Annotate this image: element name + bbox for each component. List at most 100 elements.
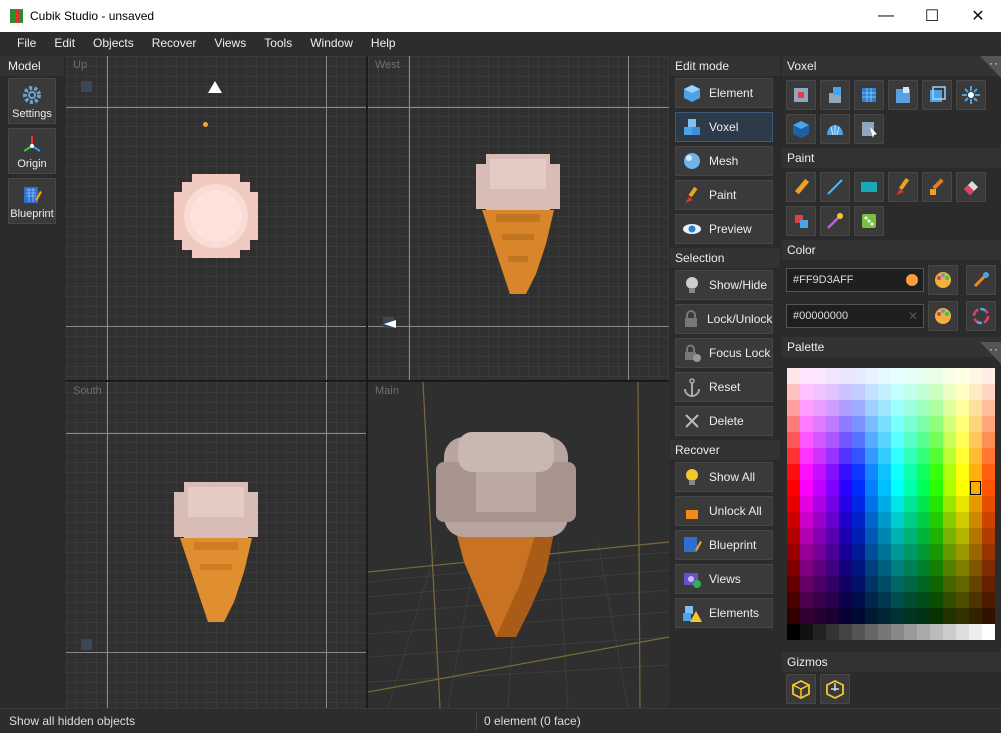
palette-icon[interactable] bbox=[928, 265, 958, 295]
palette-swatch[interactable] bbox=[839, 608, 852, 624]
palette-swatch[interactable] bbox=[813, 624, 826, 640]
pencil-icon[interactable] bbox=[786, 172, 816, 202]
palette-swatch[interactable] bbox=[878, 560, 891, 576]
palette-swatch[interactable] bbox=[878, 496, 891, 512]
palette-swatch[interactable] bbox=[956, 592, 969, 608]
palette-swatch[interactable] bbox=[839, 480, 852, 496]
show-hide-button[interactable]: Show/Hide bbox=[675, 270, 773, 300]
palette-swatch[interactable] bbox=[878, 400, 891, 416]
palette-swatch[interactable] bbox=[813, 592, 826, 608]
palette-swatch[interactable] bbox=[969, 464, 982, 480]
palette-swatch[interactable] bbox=[800, 624, 813, 640]
palette-swatch[interactable] bbox=[878, 480, 891, 496]
palette-swatch[interactable] bbox=[826, 384, 839, 400]
palette-swatch[interactable] bbox=[930, 544, 943, 560]
palette-swatch[interactable] bbox=[982, 624, 995, 640]
preview-mode-button[interactable]: Preview bbox=[675, 214, 773, 244]
voxel-box-icon[interactable] bbox=[786, 114, 816, 144]
palette-swatch[interactable] bbox=[891, 560, 904, 576]
palette-swatch[interactable] bbox=[852, 368, 865, 384]
palette-swatch[interactable] bbox=[943, 608, 956, 624]
menu-recover[interactable]: Recover bbox=[143, 32, 206, 54]
palette-swatch[interactable] bbox=[930, 464, 943, 480]
palette-swatch[interactable] bbox=[930, 512, 943, 528]
palette-swatch[interactable] bbox=[865, 464, 878, 480]
random-dice-icon[interactable] bbox=[854, 206, 884, 236]
menu-objects[interactable]: Objects bbox=[84, 32, 143, 54]
palette-swatch[interactable] bbox=[865, 400, 878, 416]
palette-swatch[interactable] bbox=[839, 544, 852, 560]
palette-swatch[interactable] bbox=[917, 624, 930, 640]
palette-swatch[interactable] bbox=[839, 624, 852, 640]
palette-swatch[interactable] bbox=[865, 496, 878, 512]
minimize-button[interactable]: — bbox=[863, 0, 909, 32]
palette-swatch[interactable] bbox=[826, 608, 839, 624]
palette-swatch[interactable] bbox=[800, 560, 813, 576]
menu-tools[interactable]: Tools bbox=[255, 32, 301, 54]
palette-swatch[interactable] bbox=[852, 432, 865, 448]
palette-swatch[interactable] bbox=[943, 576, 956, 592]
camera-marker-icon[interactable] bbox=[383, 319, 397, 329]
palette-swatch[interactable] bbox=[969, 448, 982, 464]
palette-swatch[interactable] bbox=[930, 448, 943, 464]
primary-color-field[interactable]: #FF9D3AFF bbox=[786, 268, 924, 292]
palette-swatch[interactable] bbox=[982, 464, 995, 480]
palette-swatch[interactable] bbox=[826, 560, 839, 576]
mesh-mode-button[interactable]: Mesh bbox=[675, 146, 773, 176]
palette-swatch[interactable] bbox=[969, 384, 982, 400]
palette-swatch[interactable] bbox=[865, 544, 878, 560]
palette-swatch[interactable] bbox=[839, 448, 852, 464]
palette-swatch[interactable] bbox=[969, 496, 982, 512]
eraser-icon[interactable] bbox=[956, 172, 986, 202]
recover-elements-button[interactable]: Elements bbox=[675, 598, 773, 628]
palette-swatch[interactable] bbox=[826, 368, 839, 384]
secondary-color-field[interactable]: #00000000 ✕ bbox=[786, 304, 924, 328]
rectangle-icon[interactable] bbox=[854, 172, 884, 202]
palette-swatch[interactable] bbox=[787, 448, 800, 464]
palette-swatch[interactable] bbox=[891, 448, 904, 464]
palette-swatch[interactable] bbox=[904, 592, 917, 608]
palette-swatch[interactable] bbox=[956, 448, 969, 464]
origin-button[interactable]: Origin bbox=[8, 128, 56, 174]
palette-swatch[interactable] bbox=[865, 368, 878, 384]
palette-swatch[interactable] bbox=[852, 576, 865, 592]
palette-swatch[interactable] bbox=[787, 576, 800, 592]
reset-button[interactable]: Reset bbox=[675, 372, 773, 402]
palette-swatch[interactable] bbox=[813, 608, 826, 624]
palette-swatch[interactable] bbox=[878, 576, 891, 592]
palette-swatch[interactable] bbox=[878, 624, 891, 640]
gizmo-box-icon[interactable] bbox=[786, 674, 816, 704]
palette-swatch[interactable] bbox=[800, 480, 813, 496]
palette-swatch[interactable] bbox=[982, 592, 995, 608]
palette-swatch[interactable] bbox=[800, 496, 813, 512]
palette-swatch[interactable] bbox=[917, 384, 930, 400]
palette-swatch[interactable] bbox=[852, 544, 865, 560]
palette-swatch[interactable] bbox=[917, 496, 930, 512]
palette-swatch[interactable] bbox=[943, 560, 956, 576]
palette-swatch[interactable] bbox=[943, 512, 956, 528]
palette-swatch[interactable] bbox=[904, 608, 917, 624]
palette-swatch[interactable] bbox=[878, 528, 891, 544]
palette-swatch[interactable] bbox=[969, 512, 982, 528]
palette-swatch[interactable] bbox=[878, 512, 891, 528]
palette-swatch[interactable] bbox=[787, 624, 800, 640]
palette-swatch[interactable] bbox=[917, 416, 930, 432]
palette-swatch[interactable] bbox=[904, 416, 917, 432]
palette-swatch[interactable] bbox=[956, 624, 969, 640]
voxel-explode-icon[interactable] bbox=[956, 80, 986, 110]
palette-swatch[interactable] bbox=[956, 576, 969, 592]
palette-swatch[interactable] bbox=[839, 384, 852, 400]
palette-swatch[interactable] bbox=[930, 528, 943, 544]
palette-swatch[interactable] bbox=[852, 384, 865, 400]
palette-swatch[interactable] bbox=[956, 400, 969, 416]
show-all-button[interactable]: Show All bbox=[675, 462, 773, 492]
voxel-paint-icon[interactable] bbox=[888, 80, 918, 110]
palette-swatch[interactable] bbox=[930, 624, 943, 640]
menu-edit[interactable]: Edit bbox=[45, 32, 84, 54]
palette-swatch[interactable] bbox=[930, 480, 943, 496]
palette-swatch[interactable] bbox=[839, 432, 852, 448]
palette-swatch[interactable] bbox=[826, 624, 839, 640]
viewport-up[interactable]: Up bbox=[66, 56, 366, 380]
palette-swatch[interactable] bbox=[800, 592, 813, 608]
palette-swatch[interactable] bbox=[982, 560, 995, 576]
